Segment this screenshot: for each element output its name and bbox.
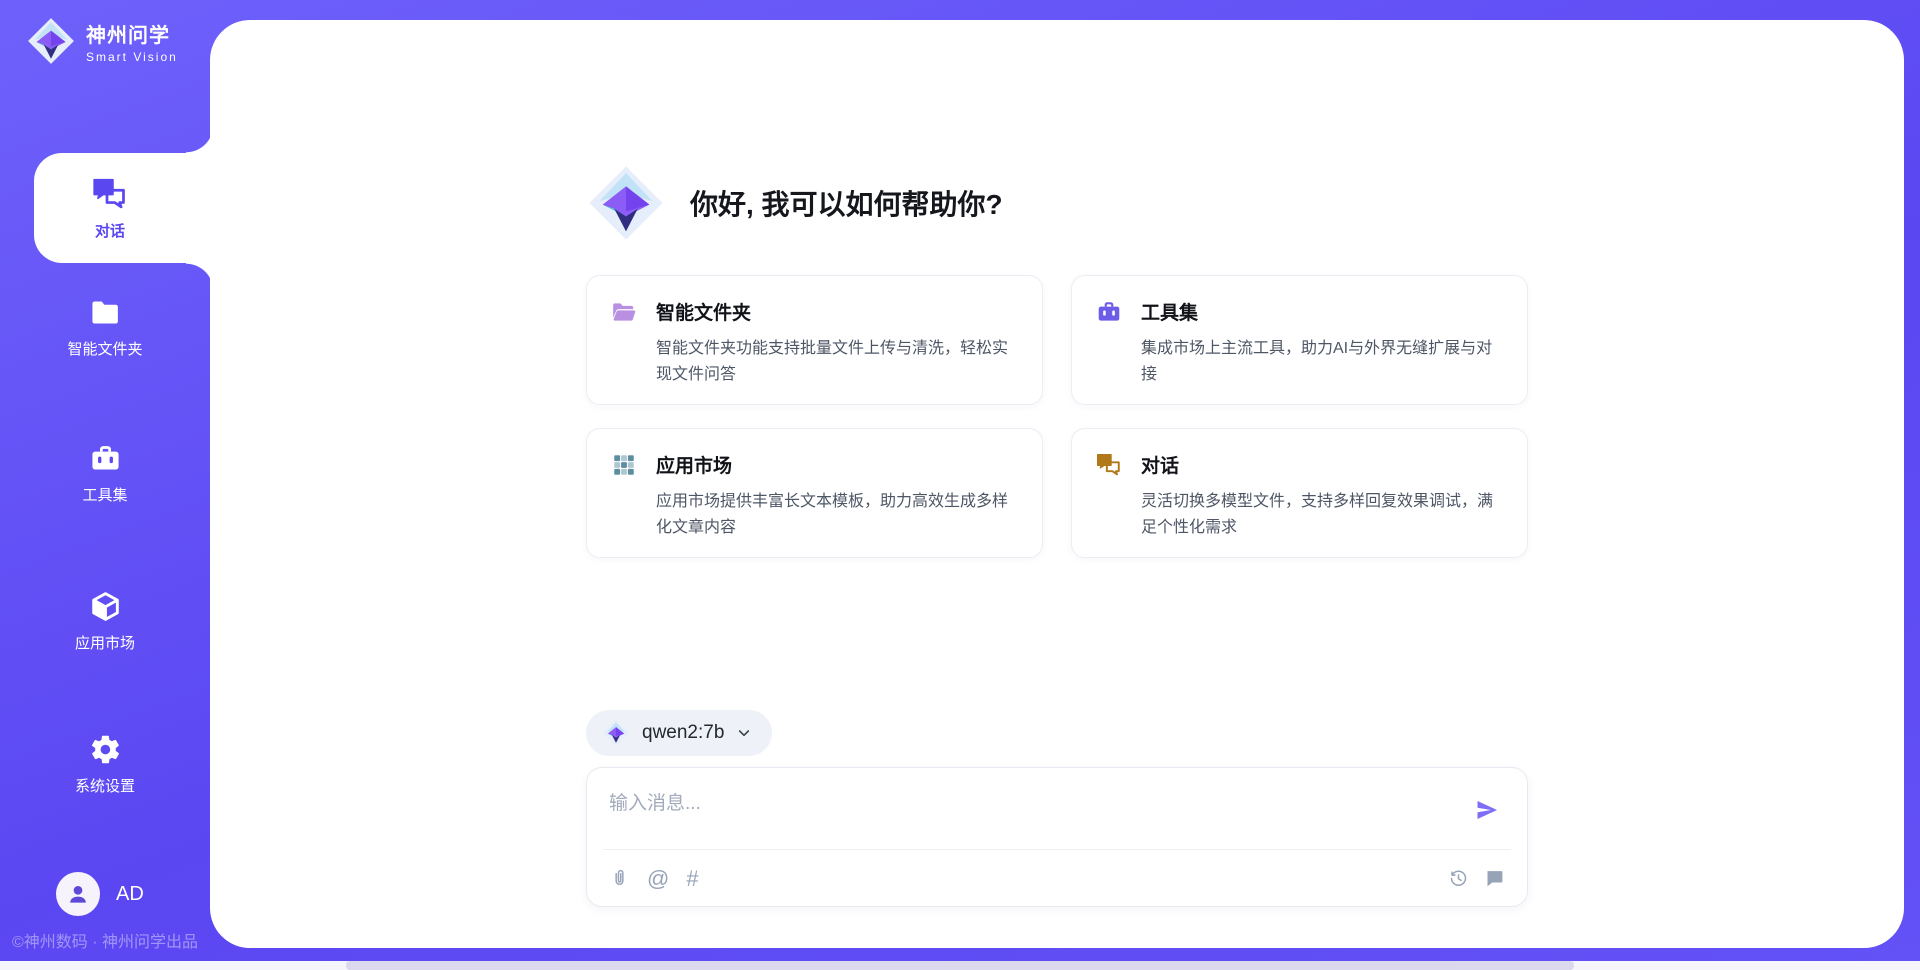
gear-icon	[89, 733, 122, 766]
greeting-block: 你好, 我可以如何帮助你?	[586, 163, 1003, 243]
new-chat-button[interactable]	[1484, 868, 1505, 889]
greeting-title: 你好, 我可以如何帮助你?	[690, 183, 1003, 223]
sidebar-item-smart-folder[interactable]: 智能文件夹	[0, 296, 210, 359]
card-description: 灵活切换多模型文件，支持多样回复效果调试，满足个性化需求	[1141, 489, 1501, 541]
card-smart-folder[interactable]: 智能文件夹 智能文件夹功能支持批量文件上传与清洗，轻松实现文件问答	[586, 275, 1043, 405]
card-description: 应用市场提供丰富长文本模板，助力高效生成多样化文章内容	[656, 489, 1016, 541]
attach-file-button[interactable]	[609, 868, 630, 889]
folder-icon	[89, 296, 122, 329]
card-title: 对话	[1141, 451, 1179, 478]
card-title: 智能文件夹	[656, 298, 751, 325]
copyright-text: ©神州数码 · 神州问学出品	[12, 928, 198, 952]
card-title: 工具集	[1141, 298, 1198, 325]
person-icon	[65, 881, 91, 907]
cube-icon	[89, 590, 122, 623]
app-logo-icon	[26, 16, 76, 66]
toolbox-icon	[89, 442, 122, 475]
chat-bubbles-icon	[92, 176, 128, 212]
paperclip-icon	[609, 868, 630, 889]
sidebar-item-label: 智能文件夹	[67, 338, 142, 359]
horizontal-scrollbar[interactable]	[0, 961, 1920, 970]
toolbox-icon	[1096, 299, 1122, 325]
hash-icon: #	[686, 866, 698, 891]
card-title: 应用市场	[656, 451, 732, 478]
main-panel: 你好, 我可以如何帮助你? 智能文件夹 智能文件夹功能支持批量文件上传与清洗，轻…	[210, 20, 1904, 948]
chat-bubbles-icon	[1096, 452, 1122, 478]
sidebar-item-settings[interactable]: 系统设置	[0, 733, 210, 796]
grid-icon	[611, 452, 637, 478]
user-initials: AD	[116, 883, 144, 906]
brand: 神州问学 Smart Vision	[26, 16, 178, 66]
card-toolset[interactable]: 工具集 集成市场上主流工具，助力AI与外界无缝扩展与对接	[1071, 275, 1528, 405]
card-description: 集成市场上主流工具，助力AI与外界无缝扩展与对接	[1141, 336, 1501, 388]
paper-plane-icon	[1475, 798, 1499, 822]
model-selector[interactable]: qwen2:7b	[586, 710, 772, 756]
history-clock-icon	[1448, 868, 1469, 889]
chat-box-icon	[1484, 868, 1505, 889]
user-profile[interactable]: AD	[56, 872, 144, 916]
avatar	[56, 872, 100, 916]
history-button[interactable]	[1448, 868, 1469, 889]
message-composer: @ #	[586, 767, 1528, 907]
greeting-logo-icon	[586, 163, 666, 243]
topic-button[interactable]: #	[686, 868, 698, 889]
feature-cards: 智能文件夹 智能文件夹功能支持批量文件上传与清洗，轻松实现文件问答 工具集 集成…	[586, 275, 1528, 558]
chevron-down-icon	[736, 725, 752, 741]
sidebar-item-label: 工具集	[82, 484, 127, 505]
sidebar-item-label: 对话	[95, 220, 125, 241]
sidebar-item-toolset[interactable]: 工具集	[0, 442, 210, 505]
folder-open-icon	[611, 299, 637, 325]
sidebar-item-app-market[interactable]: 应用市场	[0, 590, 210, 653]
card-description: 智能文件夹功能支持批量文件上传与清洗，轻松实现文件问答	[656, 336, 1016, 388]
sidebar-item-label: 应用市场	[75, 632, 135, 653]
brand-subtitle: Smart Vision	[86, 50, 178, 64]
sidebar-item-chat[interactable]: 对话	[34, 153, 212, 263]
card-chat[interactable]: 对话 灵活切换多模型文件，支持多样回复效果调试，满足个性化需求	[1071, 428, 1528, 558]
at-icon: @	[647, 866, 669, 891]
sidebar-item-label: 系统设置	[75, 775, 135, 796]
model-name: qwen2:7b	[642, 722, 724, 744]
message-input[interactable]	[587, 768, 1457, 848]
brand-name: 神州问学	[86, 19, 178, 48]
composer-toolbar: @ #	[587, 850, 1527, 906]
scrollbar-thumb[interactable]	[346, 961, 1575, 970]
card-app-market[interactable]: 应用市场 应用市场提供丰富长文本模板，助力高效生成多样化文章内容	[586, 428, 1043, 558]
model-logo-icon	[602, 719, 630, 747]
mention-button[interactable]: @	[647, 868, 669, 889]
sidebar: 神州问学 Smart Vision 对话 智能文件夹 工具集 应用市场 系统设置…	[0, 0, 210, 970]
send-button[interactable]	[1475, 798, 1499, 822]
